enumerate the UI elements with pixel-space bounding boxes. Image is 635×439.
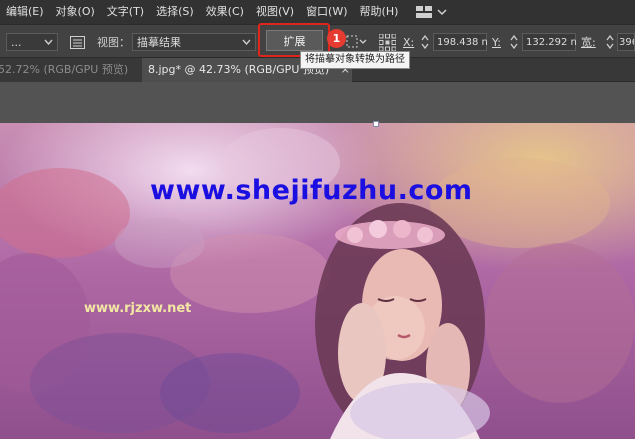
chevron-down-icon bbox=[44, 39, 53, 45]
expand-tooltip: 将描摹对象转换为路径 bbox=[300, 51, 410, 69]
preset-dropdown[interactable]: ... bbox=[6, 33, 58, 51]
workspace-switcher[interactable] bbox=[416, 6, 447, 18]
view-value: 描摹结果 bbox=[137, 36, 181, 49]
menu-view[interactable]: 视图(V) bbox=[250, 0, 300, 24]
selection-handle[interactable] bbox=[373, 121, 379, 127]
watermark-small: www.rjzxw.net bbox=[84, 301, 192, 316]
stepper-icon[interactable] bbox=[421, 34, 429, 50]
workspace-grid-icon bbox=[416, 6, 433, 18]
chevron-down-icon bbox=[242, 39, 251, 45]
y-label: Y: bbox=[492, 35, 501, 49]
menu-object[interactable]: 对象(O) bbox=[50, 0, 101, 24]
annotation-step-badge: 1 bbox=[327, 29, 346, 48]
tab-document-previous[interactable]: 52.72% (RGB/GPU 预览) bbox=[0, 58, 142, 82]
view-label: 视图： bbox=[97, 36, 130, 49]
trace-panel-icon[interactable] bbox=[70, 35, 85, 49]
preset-value: ... bbox=[11, 35, 22, 49]
y-field[interactable]: 132.292 n bbox=[522, 33, 577, 51]
traced-photo-image bbox=[0, 123, 635, 439]
reference-point-icon[interactable] bbox=[379, 33, 396, 51]
stepper-icon[interactable] bbox=[510, 34, 518, 50]
watermark-main: www.shejifuzhu.com bbox=[150, 175, 473, 206]
align-options-icon[interactable] bbox=[346, 35, 368, 49]
x-label: X: bbox=[403, 35, 415, 49]
menu-help[interactable]: 帮助(H) bbox=[354, 0, 405, 24]
menu-effect[interactable]: 效果(C) bbox=[200, 0, 250, 24]
canvas-area[interactable]: www.shejifuzhu.com www.rjzxw.net bbox=[0, 82, 635, 439]
tab-label: 52.72% (RGB/GPU 预览) bbox=[0, 63, 129, 76]
menu-edit[interactable]: 编辑(E) bbox=[0, 0, 50, 24]
width-label: 宽: bbox=[581, 36, 596, 49]
x-field[interactable]: 198.438 n bbox=[433, 33, 488, 51]
menu-type[interactable]: 文字(T) bbox=[101, 0, 150, 24]
stepper-icon[interactable] bbox=[606, 34, 614, 50]
traced-artwork[interactable]: www.shejifuzhu.com www.rjzxw.net bbox=[0, 123, 635, 439]
chevron-down-icon bbox=[437, 9, 447, 16]
menu-bar: 编辑(E) 对象(O) 文字(T) 选择(S) 效果(C) 视图(V) 窗口(W… bbox=[0, 0, 635, 24]
width-field[interactable]: 396 bbox=[617, 33, 635, 51]
menu-select[interactable]: 选择(S) bbox=[150, 0, 200, 24]
view-dropdown[interactable]: 描摹结果 bbox=[132, 33, 256, 51]
menu-window[interactable]: 窗口(W) bbox=[300, 0, 353, 24]
